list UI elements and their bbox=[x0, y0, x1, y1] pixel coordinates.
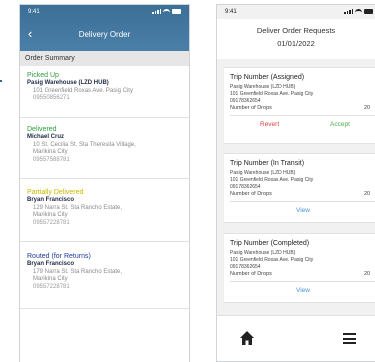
delivery-order-screen: 9:41 ‹ Delivery Order Order Summary Pick… bbox=[19, 4, 190, 362]
trip-card-assigned[interactable]: Trip Number (Assigned) Pasig Warehouse (… bbox=[224, 67, 375, 144]
address-line: Marikina City bbox=[33, 212, 68, 218]
list-item[interactable]: Partially Delivered Bryan Francisco 129 … bbox=[27, 189, 185, 227]
list-item[interactable]: Picked Up Pasig Warehouse (LZD HUB) 101 … bbox=[27, 72, 185, 103]
phone-number: 09557228781 bbox=[33, 283, 70, 290]
page-title: Delivery Order bbox=[78, 30, 131, 39]
trip-phone: 09178362654 bbox=[230, 98, 261, 104]
address-line: 179 Narra St. Sta Rancho Estate, bbox=[33, 268, 123, 275]
battery-icon bbox=[364, 8, 373, 14]
signal-icon bbox=[152, 8, 161, 14]
battery-icon bbox=[172, 8, 181, 14]
trip-card-completed[interactable]: Trip Number (Completed) Pasig Warehouse … bbox=[224, 233, 375, 303]
phone-number: 09557228781 bbox=[33, 219, 70, 226]
divider bbox=[20, 117, 189, 118]
home-icon[interactable] bbox=[239, 330, 255, 346]
phone-number: 09557588781 bbox=[33, 156, 70, 163]
drops-label: Number of Drops bbox=[230, 105, 272, 111]
drops-value: 20 bbox=[364, 191, 371, 197]
divider bbox=[20, 241, 189, 242]
divider bbox=[20, 178, 189, 179]
page-date: 01/01/2022 bbox=[277, 39, 315, 48]
contact-name: Bryan Francisco bbox=[27, 261, 75, 267]
signal-icon bbox=[344, 8, 353, 14]
revert-button[interactable]: Revert bbox=[260, 121, 279, 128]
trip-title: Trip Number (Completed) bbox=[230, 240, 310, 247]
list-item[interactable]: Delivered Michael Cruz 10 St. Cecilia St… bbox=[27, 126, 185, 164]
address-line: Marikina City bbox=[33, 276, 68, 282]
phone-number: 09550856271 bbox=[33, 95, 70, 101]
trip-title: Trip Number (Assigned) bbox=[230, 74, 305, 81]
view-button[interactable]: View bbox=[296, 287, 310, 294]
section-header: Order Summary bbox=[20, 51, 189, 66]
trip-phone: 09178362654 bbox=[230, 184, 261, 190]
drops-value: 20 bbox=[364, 271, 371, 277]
address-line: 129 Narra St. Sta Rancho Estate, bbox=[33, 204, 123, 211]
status-label: Routed (for Returns) bbox=[27, 253, 91, 260]
trip-address: 101 Greenfield Roxas Ave. Pasig City bbox=[230, 91, 314, 97]
menu-icon[interactable] bbox=[343, 333, 356, 344]
page-title: Deliver Order Requests bbox=[256, 26, 336, 35]
trip-title: Trip Number (In Transit) bbox=[230, 160, 305, 167]
contact-name: Michael Cruz bbox=[27, 134, 65, 140]
bottom-nav bbox=[217, 315, 375, 361]
status-time: 9:41 bbox=[28, 9, 40, 15]
status-bar: 9:41 bbox=[225, 8, 375, 18]
list-item[interactable]: Routed (for Returns) Bryan Francisco 179… bbox=[27, 253, 185, 291]
trip-origin: Pasig Warehouse (LZD HUB) bbox=[230, 170, 296, 176]
header-bar: 9:41 ‹ Delivery Order bbox=[20, 5, 189, 51]
address-line: Marikina City bbox=[33, 149, 68, 155]
wifi-icon bbox=[355, 8, 362, 14]
contact-name: Bryan Francisco bbox=[27, 197, 75, 203]
trip-address: 101 Greenfield Roxas Ave. Pasig City bbox=[230, 177, 314, 183]
drops-value: 20 bbox=[364, 105, 371, 111]
divider bbox=[230, 281, 375, 282]
trip-phone: 09178362654 bbox=[230, 264, 261, 270]
contact-name: Pasig Warehouse (LZD HUB) bbox=[27, 80, 109, 86]
trip-address: 101 Greenfield Roxas Ave. Pasig City bbox=[230, 257, 314, 263]
accept-button[interactable]: Accept bbox=[330, 121, 350, 128]
address-line: 10 St. Cecilia St. Sta Theresita Village… bbox=[33, 141, 136, 148]
section-title: Order Summary bbox=[25, 55, 75, 62]
status-label: Picked Up bbox=[27, 72, 59, 79]
status-time: 9:41 bbox=[225, 9, 237, 15]
wifi-icon bbox=[163, 8, 170, 14]
deliver-order-requests-screen: 9:41 Deliver Order Requests 01/01/2022 T… bbox=[216, 4, 375, 362]
view-button[interactable]: View bbox=[296, 207, 310, 214]
divider bbox=[230, 115, 375, 116]
trip-origin: Pasig Warehouse (LZD HUB) bbox=[230, 84, 296, 90]
drops-label: Number of Drops bbox=[230, 191, 272, 197]
edge-mark bbox=[0, 80, 2, 82]
drops-label: Number of Drops bbox=[230, 271, 272, 277]
trip-origin: Pasig Warehouse (LZD HUB) bbox=[230, 250, 296, 256]
status-label: Partially Delivered bbox=[27, 189, 84, 196]
divider bbox=[20, 308, 189, 309]
address-line: 101 Greenfield Roxas Ave. Pasig City bbox=[33, 87, 133, 94]
trip-card-in-transit[interactable]: Trip Number (In Transit) Pasig Warehouse… bbox=[224, 153, 375, 223]
status-bar: 9:41 bbox=[28, 8, 181, 18]
status-label: Delivered bbox=[27, 126, 57, 133]
divider bbox=[230, 201, 375, 202]
